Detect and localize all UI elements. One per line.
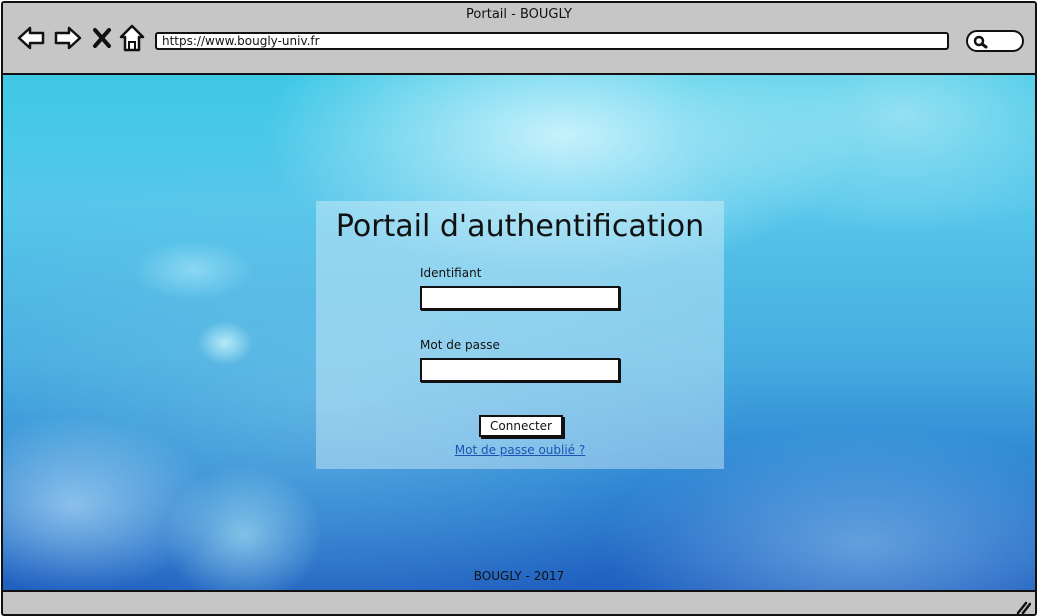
home-icon[interactable]	[117, 23, 147, 53]
search-icon	[973, 35, 988, 49]
address-bar[interactable]: https://www.bougly-univ.fr	[155, 32, 949, 50]
connect-button[interactable]: Connecter	[479, 415, 563, 437]
login-heading: Portail d'authentification	[335, 209, 705, 244]
page-content: Portail d'authentification Identifiant M…	[3, 75, 1035, 590]
forgot-password-link[interactable]: Mot de passe oublié ?	[316, 443, 724, 457]
close-icon[interactable]	[87, 23, 117, 53]
login-panel: Portail d'authentification Identifiant M…	[316, 201, 724, 469]
back-icon[interactable]	[16, 23, 46, 53]
browser-toolbar: Portail - BOUGLY https://www.bougly-univ…	[3, 3, 1035, 75]
resize-grip-icon[interactable]	[1015, 600, 1031, 614]
username-label: Identifiant	[420, 266, 482, 280]
password-label: Mot de passe	[420, 338, 500, 352]
window-title: Portail - BOUGLY	[466, 7, 572, 22]
username-field[interactable]	[420, 286, 620, 310]
browser-window: Portail - BOUGLY https://www.bougly-univ…	[1, 1, 1037, 616]
status-bar	[3, 590, 1035, 614]
footer-copyright: BOUGLY - 2017	[473, 569, 565, 583]
password-field[interactable]	[420, 358, 620, 382]
forward-icon[interactable]	[53, 23, 83, 53]
search-button[interactable]	[966, 30, 1024, 52]
